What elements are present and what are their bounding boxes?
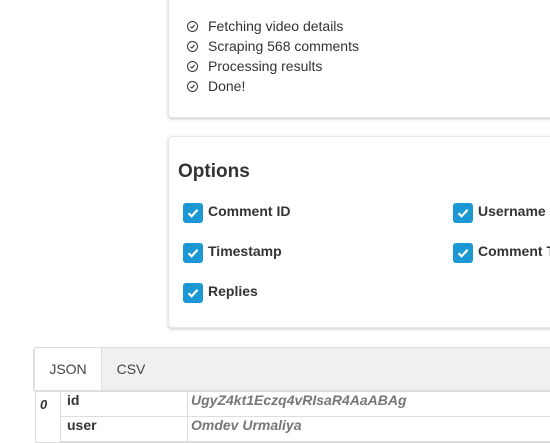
option-comment-text[interactable]: Comment T xyxy=(453,241,550,261)
checkbox-checked-icon[interactable] xyxy=(453,203,473,223)
option-label: Timestamp xyxy=(208,243,282,259)
options-panel: Options Comment ID Username Timestamp Co… xyxy=(168,136,550,328)
output-tabs: JSON CSV xyxy=(33,347,550,391)
checkbox-checked-icon[interactable] xyxy=(183,243,203,263)
json-output: 0 id UgyZ4kt1Eczq4vRIsaR4AaABAg user Omd… xyxy=(35,391,550,443)
tab-json[interactable]: JSON xyxy=(34,348,102,390)
checkbox-checked-icon[interactable] xyxy=(183,283,203,303)
option-label: Replies xyxy=(208,283,258,299)
progress-panel: Fetching video details Scraping 568 comm… xyxy=(168,0,550,118)
progress-step-label: Done! xyxy=(208,78,245,94)
option-label: Comment T xyxy=(478,243,550,259)
option-replies[interactable]: Replies xyxy=(183,281,258,301)
record-table: id UgyZ4kt1Eczq4vRIsaR4AaABAg user Omdev… xyxy=(61,392,550,442)
option-comment-id[interactable]: Comment ID xyxy=(183,201,290,221)
checkbox-checked-icon[interactable] xyxy=(453,243,473,263)
check-circle-icon xyxy=(187,61,198,72)
progress-steps: Fetching video details Scraping 568 comm… xyxy=(187,16,359,96)
check-circle-icon xyxy=(187,21,198,32)
check-circle-icon xyxy=(187,41,198,52)
table-row: 0 id UgyZ4kt1Eczq4vRIsaR4AaABAg user Omd… xyxy=(36,392,550,443)
options-title: Options xyxy=(178,161,250,183)
tab-csv[interactable]: CSV xyxy=(101,348,161,390)
check-circle-icon xyxy=(187,81,198,92)
field-row: id UgyZ4kt1Eczq4vRIsaR4AaABAg xyxy=(61,392,550,417)
option-label: Username xyxy=(478,203,546,219)
field-key: id xyxy=(61,392,188,417)
option-username[interactable]: Username xyxy=(453,201,546,221)
progress-step: Processing results xyxy=(187,56,359,76)
row-index: 0 xyxy=(36,392,61,443)
progress-step: Fetching video details xyxy=(187,16,359,36)
progress-step: Scraping 568 comments xyxy=(187,36,359,56)
field-value: UgyZ4kt1Eczq4vRIsaR4AaABAg xyxy=(188,392,550,417)
progress-step-label: Scraping 568 comments xyxy=(208,38,359,54)
checkbox-checked-icon[interactable] xyxy=(183,203,203,223)
option-label: Comment ID xyxy=(208,203,290,219)
option-timestamp[interactable]: Timestamp xyxy=(183,241,282,261)
progress-step: Done! xyxy=(187,76,359,96)
progress-step-label: Processing results xyxy=(208,58,322,74)
record-cell: id UgyZ4kt1Eczq4vRIsaR4AaABAg user Omdev… xyxy=(61,392,550,443)
progress-step-label: Fetching video details xyxy=(208,18,343,34)
